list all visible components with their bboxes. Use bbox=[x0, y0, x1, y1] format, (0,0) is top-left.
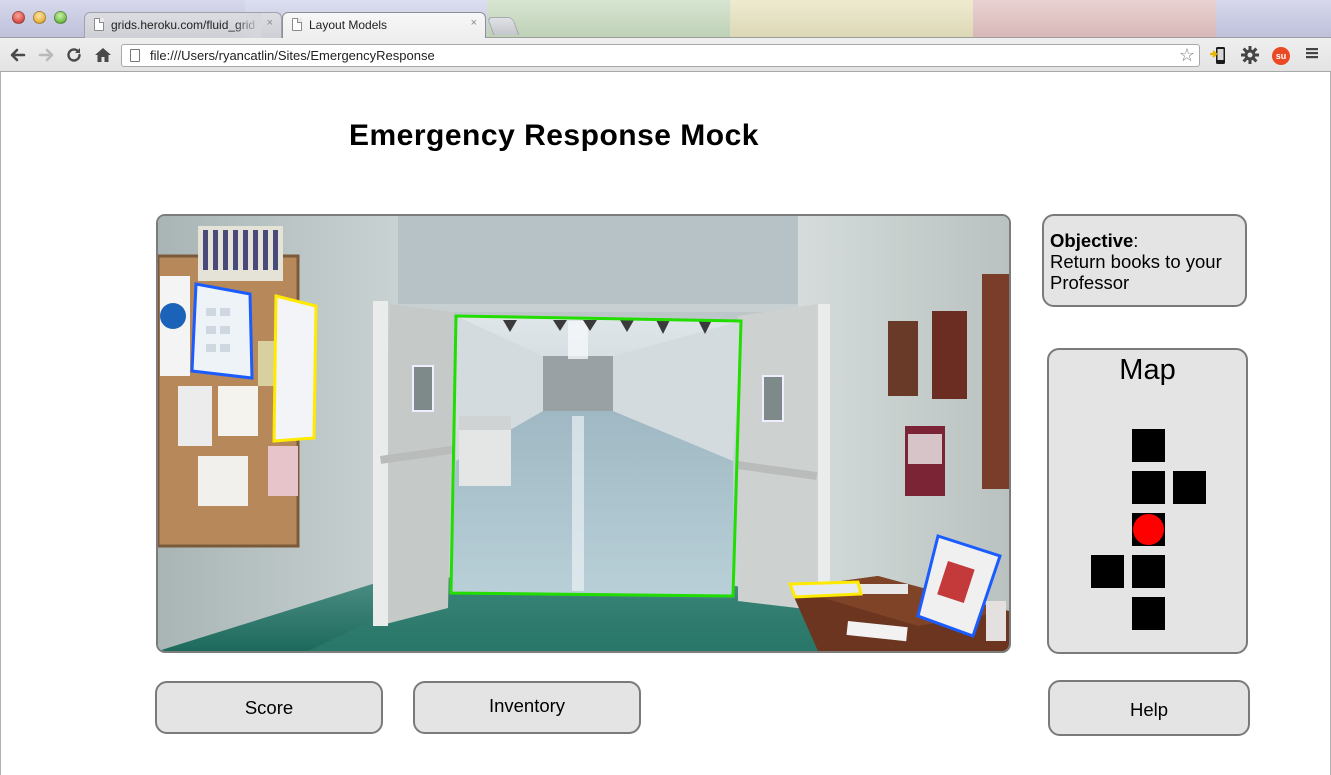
home-icon[interactable] bbox=[93, 45, 113, 65]
objective-panel: Objective: Return books to your Professo… bbox=[1042, 214, 1247, 307]
close-icon[interactable]: × bbox=[267, 17, 273, 29]
objective-separator: : bbox=[1133, 230, 1139, 251]
close-window-button[interactable] bbox=[12, 11, 25, 24]
objective-label: Objective bbox=[1050, 230, 1134, 251]
map-room bbox=[1132, 555, 1165, 588]
map-room bbox=[1091, 555, 1124, 588]
hallway-illustration bbox=[158, 216, 1009, 651]
wrench-icon[interactable] bbox=[1240, 45, 1260, 65]
stumbleupon-icon[interactable]: su bbox=[1272, 47, 1290, 65]
forward-arrow-icon[interactable] bbox=[36, 45, 56, 65]
new-tab-button[interactable] bbox=[486, 17, 520, 35]
help-button[interactable]: Help bbox=[1048, 680, 1250, 736]
map-room-current bbox=[1132, 513, 1165, 546]
hallway-scene bbox=[156, 214, 1011, 653]
address-bar[interactable]: file:///Users/ryancatlin/Sites/Emergency… bbox=[121, 44, 1200, 67]
address-bar-url[interactable]: file:///Users/ryancatlin/Sites/Emergency… bbox=[150, 48, 435, 63]
map-room bbox=[1132, 429, 1165, 462]
tab-label: Layout Models bbox=[309, 18, 388, 32]
minimize-window-button[interactable] bbox=[33, 11, 46, 24]
bookmark-star-icon[interactable]: ☆ bbox=[1179, 45, 1195, 65]
objective-text: Return books to your Professor bbox=[1050, 251, 1222, 293]
inventory-button[interactable]: Inventory bbox=[413, 681, 641, 734]
page-icon bbox=[130, 49, 140, 62]
close-icon[interactable]: × bbox=[471, 17, 477, 29]
tab-strip: grids.heroku.com/fluid_grid × Layout Mod… bbox=[0, 0, 1331, 38]
tab-layout-models[interactable]: Layout Models × bbox=[282, 12, 486, 38]
browser-toolbar: file:///Users/ryancatlin/Sites/Emergency… bbox=[0, 37, 1331, 72]
mobile-extension-icon[interactable] bbox=[1209, 45, 1229, 65]
player-location-marker bbox=[1133, 514, 1164, 545]
map-room bbox=[1173, 471, 1206, 504]
reload-icon[interactable] bbox=[64, 45, 84, 65]
menu-icon[interactable] bbox=[1302, 45, 1322, 65]
page-icon bbox=[292, 18, 302, 31]
back-arrow-icon[interactable] bbox=[8, 45, 28, 65]
zoom-window-button[interactable] bbox=[54, 11, 67, 24]
map-title: Map bbox=[1119, 354, 1176, 386]
score-button[interactable]: Score bbox=[155, 681, 383, 734]
map-panel: Map bbox=[1047, 348, 1248, 654]
page-title: Emergency Response Mock bbox=[349, 119, 759, 152]
tab-fluid-grid[interactable]: grids.heroku.com/fluid_grid × bbox=[84, 12, 282, 38]
map-room bbox=[1132, 597, 1165, 630]
map-room bbox=[1132, 471, 1165, 504]
page-icon bbox=[94, 18, 104, 31]
